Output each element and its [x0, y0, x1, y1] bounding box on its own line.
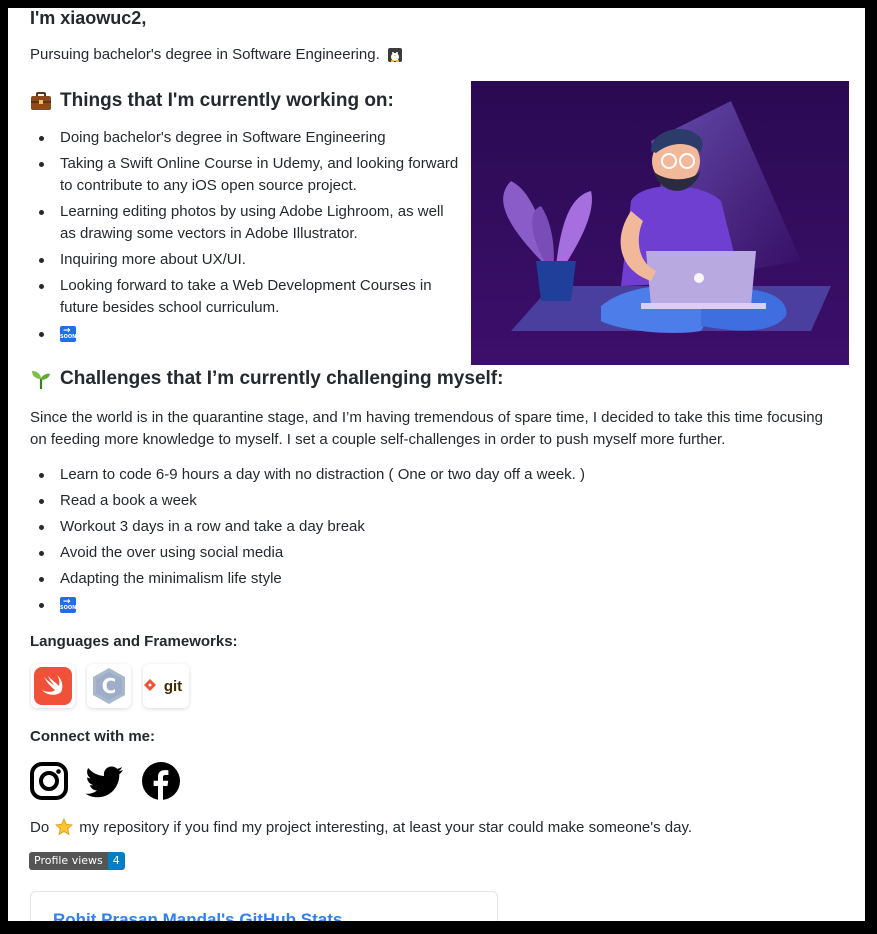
challenges-title: Challenges that I’m currently challengin…: [60, 368, 504, 389]
greeting-heading: I'm xiaowuc2,: [30, 8, 147, 28]
list-item: Learn to code 6-9 hours a day with no di…: [30, 464, 810, 486]
briefcase-icon: [30, 90, 52, 112]
c-icon[interactable]: C: [87, 664, 131, 708]
list-item: Learning editing photos by using Adobe L…: [30, 201, 460, 245]
stats-card-title: Rohit Prasan Mandal's GitHub Stats: [53, 910, 343, 921]
profile-views-badge: Profile views 4: [29, 852, 125, 870]
social-icons: [30, 762, 180, 800]
star-icon: [55, 818, 74, 836]
soon-arrow-icon: SOON: [60, 320, 76, 343]
challenges-paragraph: Since the world is in the quarantine sta…: [30, 409, 823, 448]
list-item: SOON: [30, 591, 810, 616]
working-title: Things that I'm currently working on:: [60, 90, 394, 111]
developer-illustration: [471, 81, 849, 365]
connect-heading: Connect with me:: [30, 728, 156, 745]
instagram-icon[interactable]: [30, 762, 68, 800]
challenges-heading: Challenges that I’m currently challengin…: [30, 368, 503, 390]
seedling-icon: [30, 368, 52, 390]
languages-heading: Languages and Frameworks:: [30, 633, 238, 650]
badge-count: 4: [107, 852, 125, 870]
working-heading: Things that I'm currently working on:: [30, 90, 394, 112]
svg-text:C: C: [102, 674, 117, 698]
list-item: Taking a Swift Online Course in Udemy, a…: [30, 153, 460, 197]
languages-icons: C git: [31, 664, 189, 708]
list-item: Avoid the over using social media: [30, 542, 810, 564]
challenges-list: Learn to code 6-9 hours a day with no di…: [30, 464, 810, 620]
soon-arrow-icon: SOON: [60, 591, 76, 614]
facebook-icon[interactable]: [142, 762, 180, 800]
star-line-after: my repository if you find my project int…: [79, 818, 693, 836]
git-icon[interactable]: git: [143, 664, 189, 708]
working-list: Doing bachelor's degree in Software Engi…: [30, 127, 460, 349]
list-item: SOON: [30, 320, 460, 345]
star-line: Do my repository if you find my project …: [30, 818, 692, 836]
list-item: Adapting the minimalism life style: [30, 568, 810, 590]
swift-icon[interactable]: [31, 664, 75, 708]
subtitle-line: Pursuing bachelor's degree in Software E…: [30, 46, 403, 63]
badge-label: Profile views: [29, 852, 108, 870]
list-item: Looking forward to take a Web Developmen…: [30, 275, 460, 319]
star-line-before: Do: [30, 818, 50, 836]
penguin-emoji-icon: [387, 47, 403, 63]
list-item: Doing bachelor's degree in Software Engi…: [30, 127, 460, 149]
list-item: Workout 3 days in a row and take a day b…: [30, 516, 810, 538]
list-item: Read a book a week: [30, 490, 810, 512]
twitter-icon[interactable]: [85, 762, 125, 800]
readme-content: I'm xiaowuc2, Pursuing bachelor's degree…: [8, 8, 865, 921]
subtitle-text: Pursuing bachelor's degree in Software E…: [30, 46, 380, 63]
github-stats-card: Rohit Prasan Mandal's GitHub Stats: [30, 891, 498, 921]
list-item: Inquiring more about UX/UI.: [30, 249, 460, 271]
git-label: git: [163, 677, 183, 695]
